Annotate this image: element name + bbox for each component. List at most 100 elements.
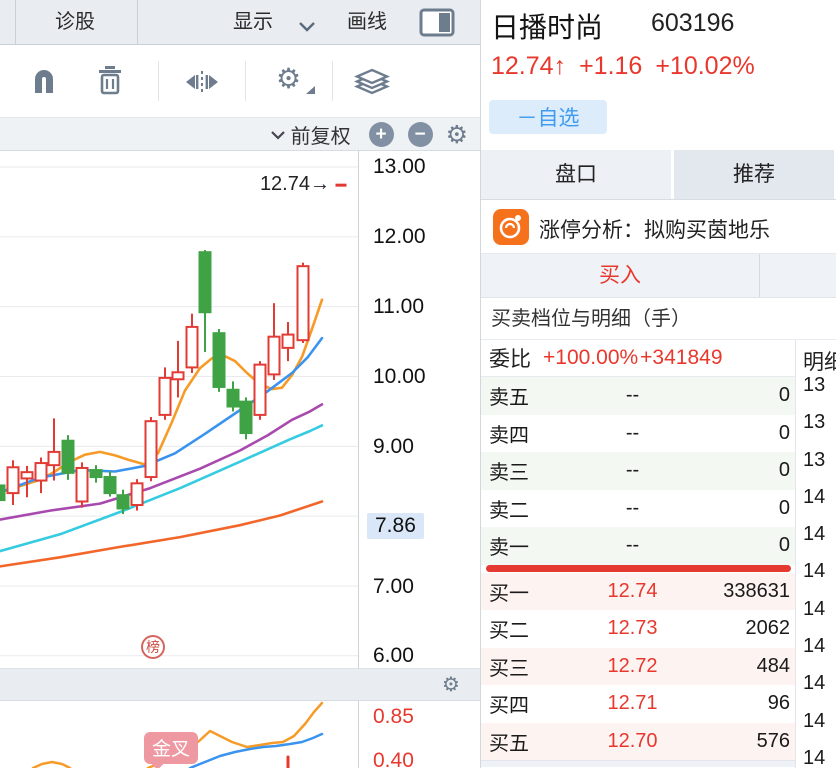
remove-watchlist-button[interactable]: －自选 (489, 100, 607, 134)
y-tick: 10.00 (373, 365, 426, 388)
bid-row[interactable]: 买五 12.70 576 (481, 722, 796, 760)
candle-body (158, 376, 172, 416)
bid-volume: 484 (756, 654, 790, 677)
tab-tuijian[interactable]: 推荐 (674, 150, 834, 199)
ask-price: -- (625, 534, 640, 557)
bid-label: 买五 (489, 732, 529, 755)
horizontal-resize-icon[interactable] (185, 71, 219, 98)
candle-body (226, 388, 240, 408)
display-menu-button[interactable]: 显示 (233, 0, 273, 44)
indicator-axis: 0.85 0.40 (358, 701, 480, 768)
detail-time: 14 (803, 635, 826, 658)
price-change: +1.16 (579, 52, 643, 80)
orderbook-footer-strip (481, 760, 796, 767)
diagnose-stock-button[interactable]: 诊股 (40, 0, 110, 44)
bid-price: 12.73 (607, 617, 658, 640)
zoom-in-button[interactable]: + (368, 121, 394, 147)
layers-icon[interactable] (353, 67, 391, 102)
zoom-out-button[interactable]: − (407, 121, 433, 147)
bid-price: 12.74 (607, 579, 658, 602)
ask-price: -- (625, 459, 640, 482)
ask-row[interactable]: 卖五 -- 0 (481, 377, 796, 415)
toolbar-divider (245, 61, 246, 101)
stock-code: 603196 (651, 9, 735, 37)
highlighted-price-tick: 7.86 (367, 513, 424, 539)
candle-body (20, 471, 34, 480)
ask-label: 卖一 (489, 537, 529, 560)
candle-body (0, 484, 6, 502)
bid-label: 买二 (489, 620, 529, 643)
candle-body (144, 420, 158, 479)
candle-body (116, 494, 130, 510)
sub-orange-left (31, 760, 72, 768)
magnet-icon[interactable] (30, 67, 58, 100)
main-chart-area: 12.74→ 榜 13.00 12.00 11.00 10.00 9.00 7.… (0, 151, 480, 668)
limit-up-analysis-row[interactable]: 涨停分析：拟购买茵地乐 (481, 200, 836, 254)
ask-row[interactable]: 卖三 -- 0 (481, 452, 796, 490)
draw-line-button[interactable]: 画线 (347, 0, 387, 44)
current-price-marker: 12.74→ (259, 173, 330, 195)
limit-up-analysis-icon (493, 209, 529, 245)
candle-body (253, 363, 267, 416)
ask-row[interactable]: 卖一 -- 0 (481, 527, 796, 565)
y-tick: 13.00 (373, 155, 426, 178)
candle-body (130, 482, 144, 506)
sub-tick: 0.40 (373, 749, 414, 768)
price-axis: 13.00 12.00 11.00 10.00 9.00 7.86 7.00 6… (358, 151, 480, 668)
bid-row[interactable]: 买四 12.71 96 (481, 685, 796, 723)
orderbook-levels: 委比 +100.00% +341849 卖五 -- 0 卖四 -- 0 卖三 -… (481, 340, 796, 767)
weibi-diff: +341849 (640, 346, 723, 369)
indicator-settings-gear-icon[interactable]: ⚙ (442, 672, 460, 696)
detail-time: 14 (803, 523, 826, 546)
bid-row[interactable]: 买一 12.74 338631 (481, 572, 796, 610)
candle-body (239, 400, 253, 435)
ask-row[interactable]: 卖二 -- 0 (481, 490, 796, 528)
trade-detail-column: 明细 13 13 13 14 14 14 14 14 14 14 14 (795, 340, 836, 768)
panel-toggle-icon[interactable] (419, 8, 455, 42)
price-adjust-mode[interactable]: 前复权 (291, 120, 351, 149)
chart-header-bar: 前复权 + − ⚙ (0, 118, 480, 151)
ask-volume: 0 (778, 459, 790, 482)
trash-icon[interactable] (96, 65, 124, 100)
chart-panel: 诊股 显示 画线 ⚙ 前复权 + − ⚙ 12.74→ 榜 13.00 12.0… (0, 0, 480, 768)
bid-row[interactable]: 买二 12.73 2062 (481, 610, 796, 648)
candle-body (198, 251, 212, 314)
ask-row[interactable]: 卖四 -- 0 (481, 415, 796, 453)
weibi-percent: +100.00% (543, 346, 639, 369)
y-tick: 12.00 (373, 225, 426, 248)
sub-tick: 0.85 (373, 705, 414, 728)
bid-label: 买四 (489, 695, 529, 718)
candle-body (103, 476, 117, 495)
ask-volume: 0 (778, 384, 790, 407)
detail-times: 13 13 13 14 14 14 14 14 14 14 14 (796, 374, 836, 768)
detail-header: 明细 (803, 351, 836, 374)
bid-row[interactable]: 买三 12.72 484 (481, 647, 796, 685)
ask-label: 卖三 (489, 462, 529, 485)
quote-panel: 日播时尚 603196 12.74↑ +1.16 +10.02% －自选 盘口 … (480, 0, 836, 768)
chevron-down-icon[interactable] (270, 127, 285, 145)
chart-settings-gear-icon[interactable]: ⚙ (276, 62, 315, 95)
chevron-down-icon[interactable] (299, 19, 315, 37)
orderbook: 委比 +100.00% +341849 卖五 -- 0 卖四 -- 0 卖三 -… (481, 340, 836, 768)
detail-time: 14 (803, 485, 826, 508)
buy-button[interactable]: 买入 (481, 254, 759, 297)
ask-label: 卖五 (489, 387, 529, 410)
detail-time: 14 (803, 672, 826, 695)
ask-price: -- (625, 421, 640, 444)
bid-price: 12.71 (607, 692, 658, 715)
detail-time: 14 (803, 746, 826, 768)
detail-time: 13 (803, 411, 826, 434)
axis-settings-gear-icon[interactable]: ⚙ (446, 122, 468, 147)
ask-price: -- (625, 496, 640, 519)
y-tick: 11.00 (373, 295, 424, 318)
golden-cross-badge: 金叉 (144, 732, 199, 764)
ask-volume: 0 (778, 496, 790, 519)
quote-tabs: 盘口 推荐 (481, 150, 836, 200)
tab-pankou[interactable]: 盘口 (481, 150, 674, 199)
ask-price: -- (625, 384, 640, 407)
candlestick-chart[interactable] (0, 151, 358, 668)
bid-label: 买一 (489, 582, 529, 605)
sell-button-partial[interactable] (760, 254, 836, 297)
toolbar-divider (137, 0, 138, 44)
detail-time: 14 (803, 560, 826, 583)
